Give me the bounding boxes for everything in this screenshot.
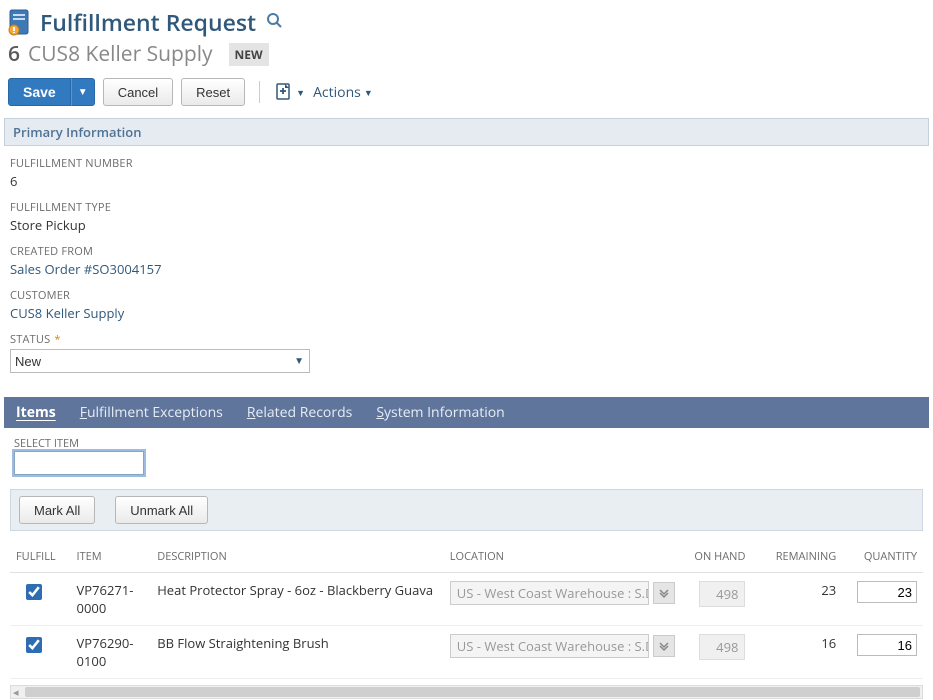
status-select[interactable]: New — [10, 349, 310, 373]
tab-bar: Items Fulfillment Exceptions Related Rec… — [4, 397, 929, 428]
chevron-down-icon: ▼ — [296, 86, 305, 99]
location-field[interactable]: US - West Coast Warehouse : S.D — [450, 581, 649, 605]
record-customer-name: CUS8 Keller Supply — [28, 40, 213, 68]
chevron-down-icon: ▼ — [364, 86, 373, 99]
fulfillment-number-label: FULFILLMENT NUMBER — [10, 156, 923, 171]
cancel-button[interactable]: Cancel — [103, 78, 173, 106]
scrollbar-thumb[interactable] — [25, 687, 920, 697]
reset-button[interactable]: Reset — [181, 78, 245, 106]
divider — [259, 81, 260, 103]
new-record-icon[interactable]: ▼ — [274, 82, 305, 102]
quantity-input[interactable] — [857, 634, 917, 656]
fulfill-checkbox[interactable] — [26, 584, 42, 600]
col-item[interactable]: ITEM — [71, 543, 152, 573]
location-field[interactable]: US - West Coast Warehouse : S.D — [450, 634, 649, 658]
status-label: STATUS* — [10, 332, 923, 347]
col-location[interactable]: LOCATION — [444, 543, 681, 573]
search-icon[interactable] — [266, 11, 282, 33]
col-remaining[interactable]: REMAINING — [751, 543, 842, 573]
created-from-label: CREATED FROM — [10, 244, 923, 259]
select-item-input[interactable] — [14, 451, 144, 475]
horizontal-scrollbar[interactable] — [10, 685, 923, 699]
item-code: VP76271-0000 — [71, 573, 152, 626]
tab-related-records[interactable]: Related Records — [247, 403, 352, 422]
section-header-primary: Primary Information — [4, 118, 929, 146]
item-description: Heat Protector Spray - 6oz - Blackberry … — [151, 573, 444, 626]
fulfill-checkbox[interactable] — [26, 637, 42, 653]
quantity-input[interactable] — [857, 581, 917, 603]
customer-label: CUSTOMER — [10, 288, 923, 303]
page-title: Fulfillment Request — [40, 6, 256, 38]
mark-bar: Mark All Unmark All — [10, 489, 923, 531]
table-row[interactable]: VP76271-0000Heat Protector Spray - 6oz -… — [10, 573, 923, 626]
mark-all-button[interactable]: Mark All — [19, 496, 95, 524]
table-row[interactable]: VP76290-0100BB Flow Straightening BrushU… — [10, 626, 923, 679]
created-from-link[interactable]: Sales Order #SO3004157 — [10, 260, 923, 278]
col-quantity[interactable]: QUANTITY — [842, 543, 923, 573]
col-fulfill[interactable]: FULFILL — [10, 543, 71, 573]
unmark-all-button[interactable]: Unmark All — [115, 496, 208, 524]
actions-menu-label: Actions — [313, 83, 361, 102]
record-type-icon — [8, 8, 32, 36]
item-code: VP76290-0100 — [71, 626, 152, 679]
fulfillment-type-label: FULFILLMENT TYPE — [10, 200, 923, 215]
tab-fulfillment-exceptions[interactable]: Fulfillment Exceptions — [80, 403, 223, 422]
save-dropdown-button[interactable]: ▼ — [71, 78, 95, 106]
fulfillment-number-value: 6 — [10, 172, 923, 190]
location-dropdown-icon[interactable] — [653, 582, 675, 604]
remaining-value: 16 — [751, 626, 842, 679]
record-id: 6 — [8, 40, 20, 68]
select-item-label: SELECT ITEM — [14, 436, 919, 451]
required-star-icon: * — [54, 332, 60, 347]
tab-items[interactable]: Items — [16, 403, 56, 422]
location-dropdown-icon[interactable] — [653, 635, 675, 657]
actions-menu[interactable]: Actions ▼ — [313, 83, 373, 102]
tab-system-information[interactable]: System Information — [376, 403, 504, 422]
customer-link[interactable]: CUS8 Keller Supply — [10, 304, 923, 322]
remaining-value: 23 — [751, 573, 842, 626]
status-badge: NEW — [229, 43, 269, 66]
action-bar: Save ▼ Cancel Reset ▼ Actions ▼ — [4, 78, 929, 118]
fulfillment-type-value: Store Pickup — [10, 216, 923, 234]
on-hand-value: 498 — [699, 634, 745, 660]
items-table: FULFILL ITEM DESCRIPTION LOCATION ON HAN… — [10, 543, 923, 679]
save-button[interactable]: Save — [8, 78, 71, 106]
col-description[interactable]: DESCRIPTION — [151, 543, 444, 573]
item-description: BB Flow Straightening Brush — [151, 626, 444, 679]
on-hand-value: 498 — [699, 581, 745, 607]
col-on-hand[interactable]: ON HAND — [681, 543, 752, 573]
